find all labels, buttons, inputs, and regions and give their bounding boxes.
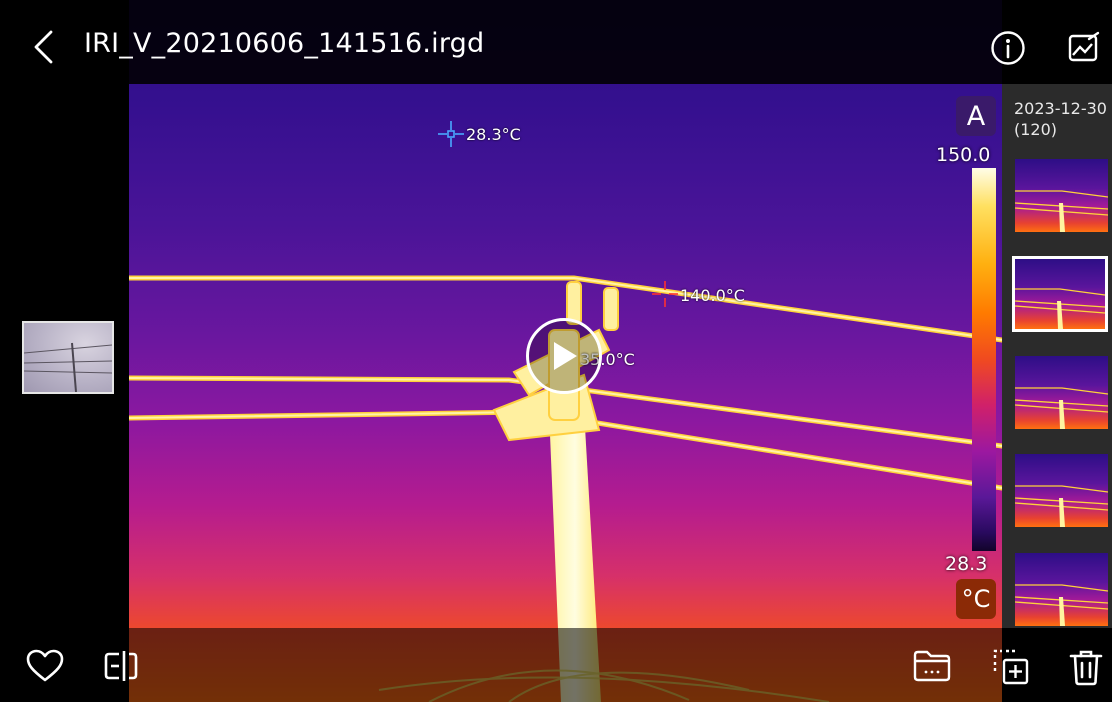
file-title: IRI_V_20210606_141516.irgd: [84, 28, 485, 59]
info-button[interactable]: [988, 28, 1028, 68]
delete-button[interactable]: [1065, 646, 1107, 688]
gallery-thumbnail[interactable]: [1015, 454, 1108, 527]
range-mode-badge[interactable]: A: [956, 96, 996, 136]
unit-badge[interactable]: °C: [956, 579, 996, 619]
min-temp-label: 28.3°C: [466, 125, 521, 144]
add-to-album-button[interactable]: [990, 646, 1032, 688]
gallery-thumbnail[interactable]: [1015, 159, 1108, 232]
scale-min-label: 28.3: [945, 553, 988, 575]
chevron-left-icon: [34, 30, 53, 64]
info-icon: [991, 31, 1025, 65]
max-temp-label: 140.0°C: [680, 286, 745, 305]
trash-icon: [1069, 650, 1103, 686]
image-edit-icon: [1068, 31, 1100, 62]
play-button[interactable]: [526, 318, 602, 394]
play-icon: [554, 342, 577, 370]
gallery-date: 2023-12-30: [1014, 99, 1107, 118]
visible-image-thumbnail[interactable]: [22, 321, 114, 394]
add-to-album-icon: [993, 649, 1029, 685]
edit-image-button[interactable]: [1064, 28, 1104, 68]
gallery-thumbnail-selected[interactable]: [1012, 256, 1108, 332]
favorite-button[interactable]: [24, 646, 66, 686]
gallery-count: (120): [1014, 120, 1058, 139]
min-temp-crosshair: [438, 121, 464, 147]
gallery-thumbnail[interactable]: [1015, 553, 1108, 626]
heart-icon: [26, 649, 64, 682]
folder-icon: [913, 650, 951, 682]
compare-icon: [104, 651, 138, 681]
color-scale-bar: [972, 168, 996, 551]
move-to-folder-button[interactable]: [910, 646, 954, 686]
back-button[interactable]: [28, 28, 60, 66]
gallery-date-group: 2023-12-30 (120): [1014, 98, 1107, 140]
max-temp-crosshair: [652, 281, 678, 307]
scale-max-label: 150.0: [936, 144, 991, 166]
compare-button[interactable]: [101, 646, 145, 686]
gallery-thumbnail[interactable]: [1015, 356, 1108, 429]
